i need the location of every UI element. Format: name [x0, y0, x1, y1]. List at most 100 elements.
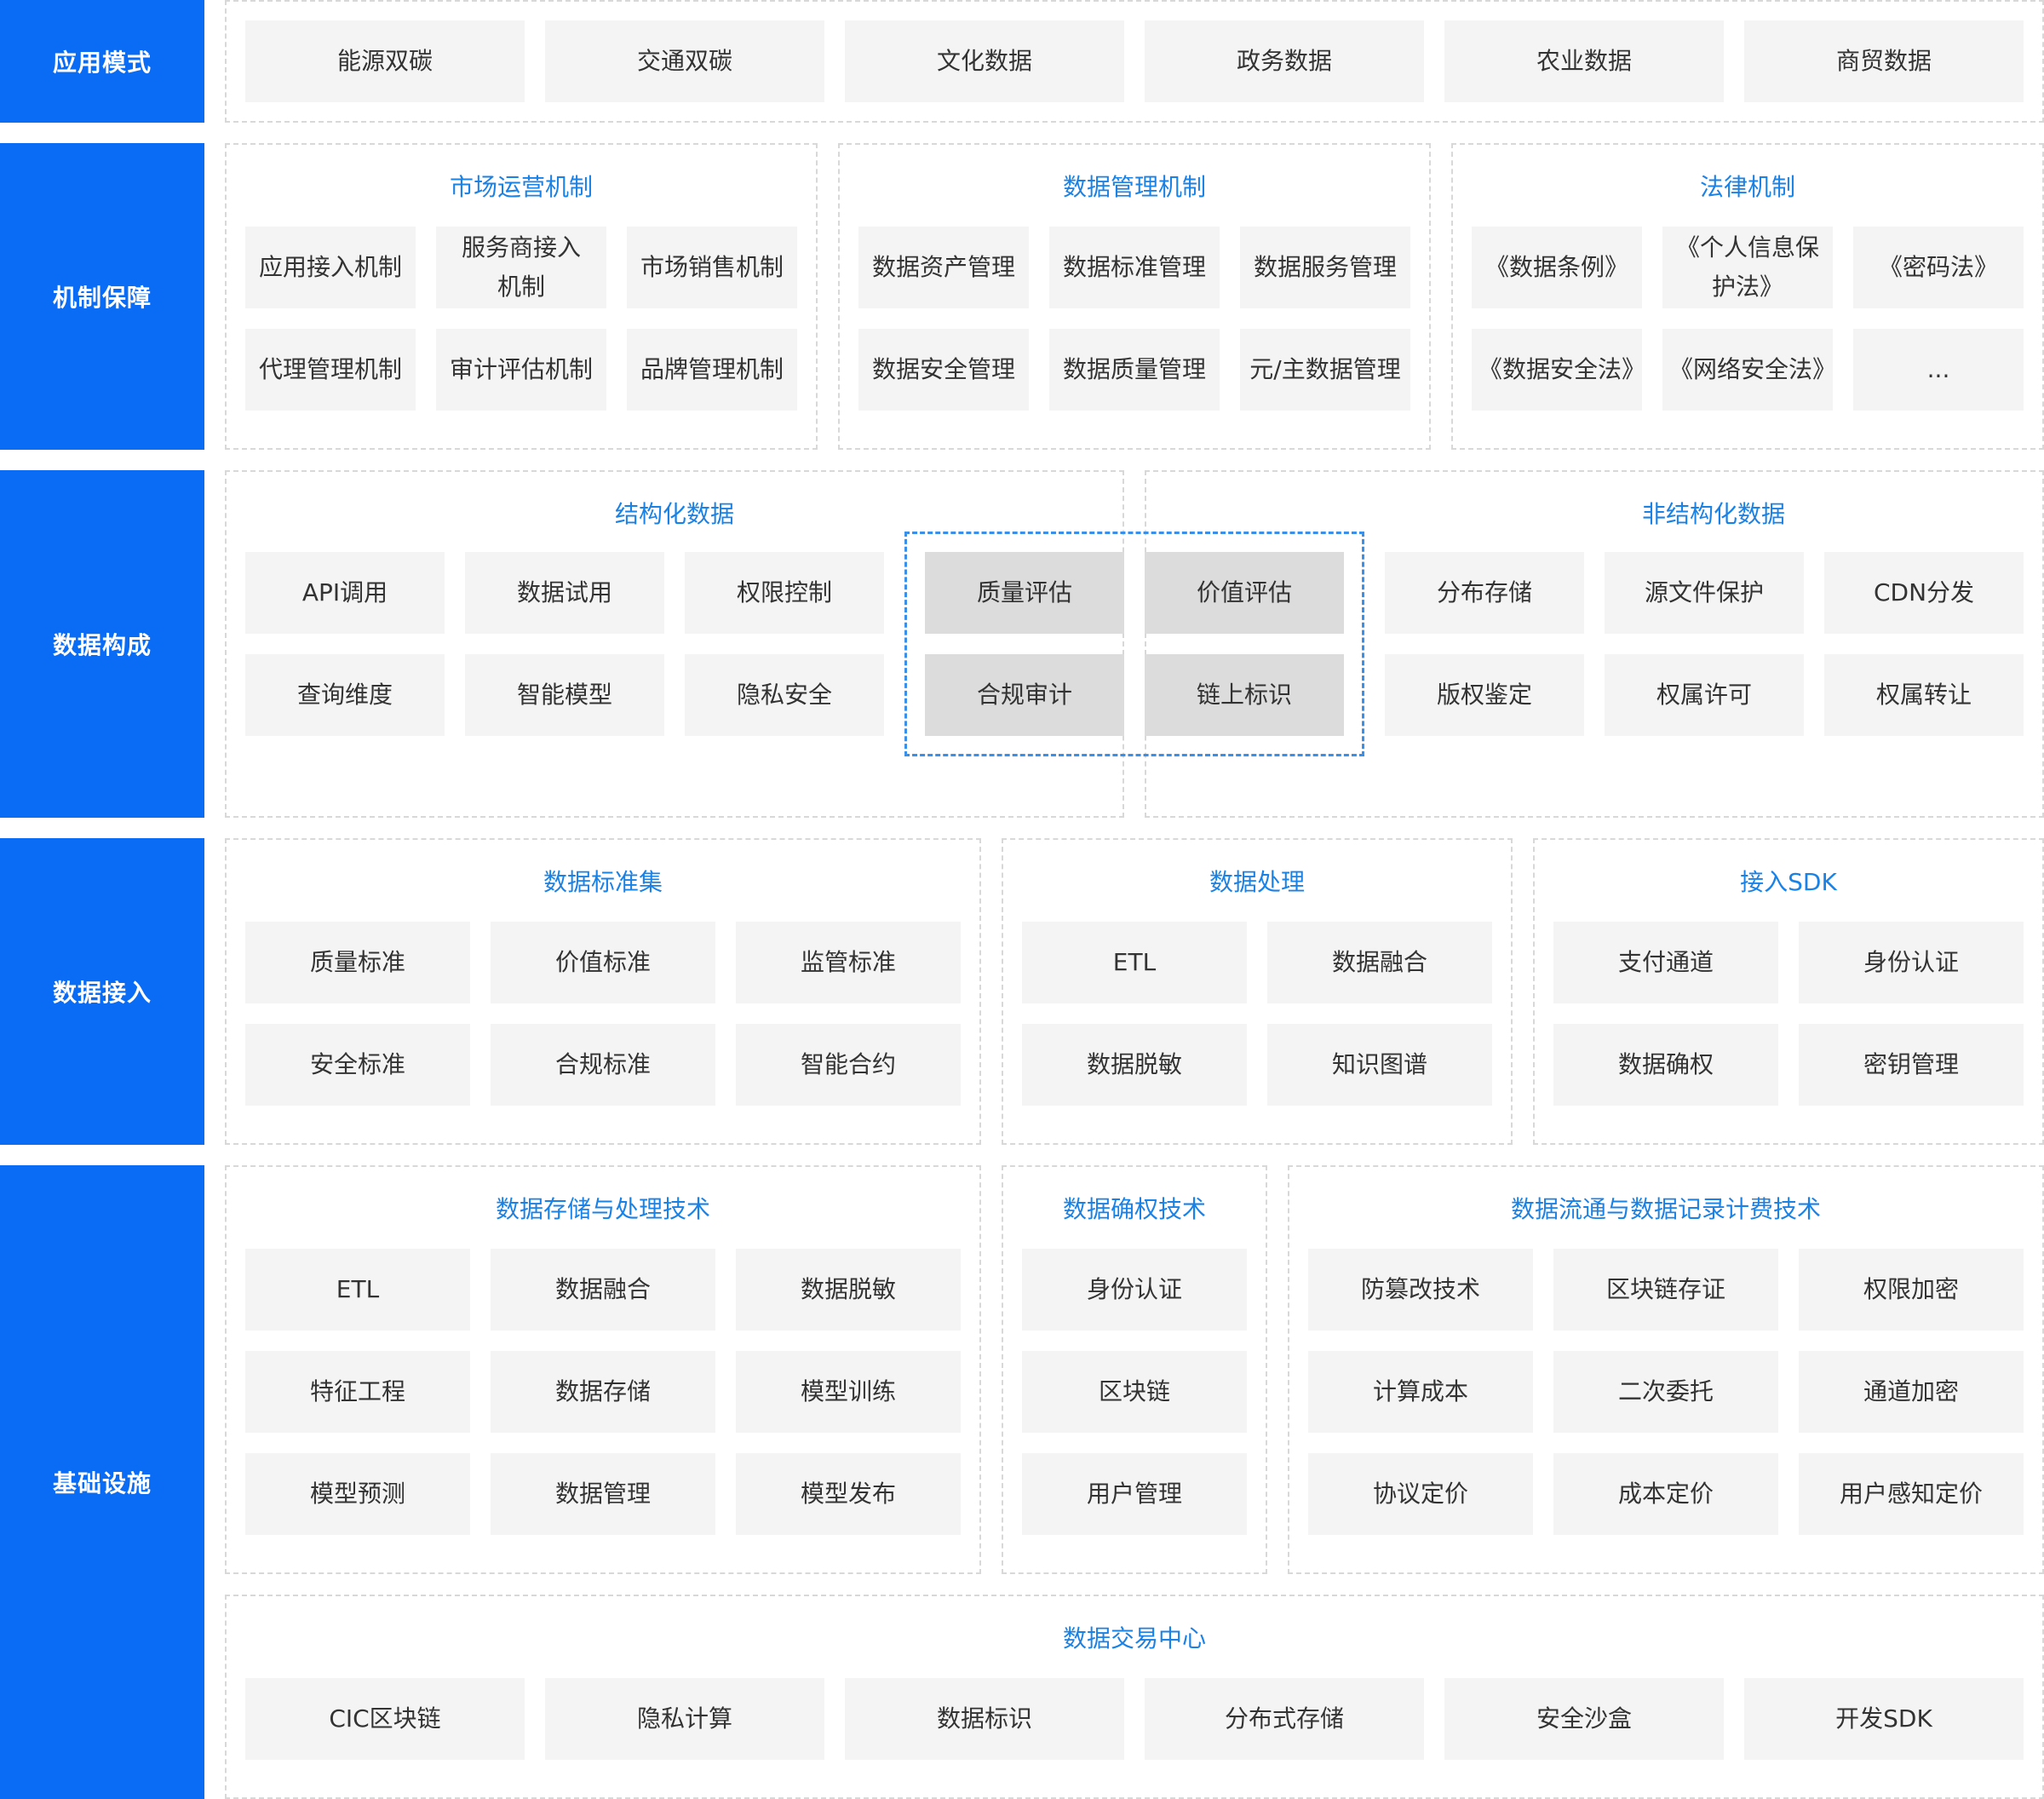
mechanism-item: 品牌管理机制: [627, 329, 797, 411]
mechanism-item: 数据资产管理: [858, 227, 1029, 308]
storage-tech-item: 数据管理: [491, 1453, 715, 1535]
structured-data-item: 查询维度: [245, 654, 445, 736]
access-sdk-panel: 接入SDK 支付通道 身份认证 数据确权 密钥管理: [1533, 838, 2044, 1145]
data-management-mechanism-panel: 数据管理机制 数据资产管理 数据标准管理 数据服务管理 数据安全管理 数据质量管…: [838, 143, 1431, 450]
mechanism-item: 元/主数据管理: [1240, 329, 1410, 411]
law-mechanism-panel: 法律机制 《数据条例》 《个人信息保护法》 《密码法》 《数据安全法》 《网络安…: [1451, 143, 2044, 450]
unstructured-data-item: 权属转让: [1824, 654, 2024, 736]
app-mode-item: 能源双碳: [245, 20, 525, 102]
standard-item: 安全标准: [245, 1024, 470, 1106]
storage-tech-item: 模型预测: [245, 1453, 470, 1535]
app-mode-item: 政务数据: [1145, 20, 1424, 102]
structured-data-item: 智能模型: [465, 654, 664, 736]
rights-confirmation-tech-panel: 数据确权技术 身份认证 区块链 用户管理: [1002, 1165, 1267, 1574]
flow-tech-item: 成本定价: [1553, 1453, 1778, 1535]
app-mode-item: 交通双碳: [545, 20, 824, 102]
rights-tech-item: 身份认证: [1022, 1249, 1247, 1331]
sdk-item: 支付通道: [1553, 922, 1778, 1003]
rights-tech-item: 用户管理: [1022, 1453, 1247, 1535]
storage-processing-tech-panel: 数据存储与处理技术 ETL 数据融合 数据脱敏 特征工程 数据存储 模型训练 模…: [225, 1165, 981, 1574]
law-item: 《数据条例》: [1472, 227, 1642, 308]
mechanism-item: 审计评估机制: [436, 329, 606, 411]
layer-label-mechanism: 机制保障: [0, 143, 204, 450]
structured-data-item: API调用: [245, 552, 445, 634]
standard-item: 质量标准: [245, 922, 470, 1003]
standard-item: 监管标准: [736, 922, 961, 1003]
storage-tech-item: 数据脱敏: [736, 1249, 961, 1331]
exchange-item: 隐私计算: [545, 1678, 824, 1760]
storage-tech-item: 数据融合: [491, 1249, 715, 1331]
unstructured-data-item: 分布存储: [1385, 552, 1584, 634]
layer-label-app-mode: 应用模式: [0, 0, 204, 123]
panel-title: 非结构化数据: [1641, 500, 1785, 528]
unstructured-data-item: CDN分发: [1824, 552, 2024, 634]
flow-tech-item: 防篡改技术: [1308, 1249, 1533, 1331]
structured-data-item: 隐私安全: [685, 654, 884, 736]
sdk-item: 数据确权: [1553, 1024, 1778, 1106]
unstructured-data-item: 权属许可: [1605, 654, 1804, 736]
evaluation-item: 质量评估: [925, 552, 1124, 634]
panel-title: 市场运营机制: [449, 173, 593, 201]
law-item: 《密码法》: [1853, 227, 2024, 308]
mechanism-item: 数据质量管理: [1049, 329, 1220, 411]
evaluation-item: 价值评估: [1145, 552, 1344, 634]
unstructured-data-item: 版权鉴定: [1385, 654, 1584, 736]
market-mechanism-panel: 市场运营机制 应用接入机制 服务商接入机制 市场销售机制 代理管理机制 审计评估…: [225, 143, 818, 450]
mechanism-item: 市场销售机制: [627, 227, 797, 308]
layer-label-data-composition: 数据构成: [0, 470, 204, 818]
layer-label-data-access: 数据接入: [0, 838, 204, 1145]
mechanism-item: 数据安全管理: [858, 329, 1029, 411]
app-mode-item: 商贸数据: [1744, 20, 2024, 102]
exchange-item: 开发SDK: [1744, 1678, 2024, 1760]
panel-title: 数据存储与处理技术: [495, 1195, 710, 1223]
circulation-billing-tech-panel: 数据流通与数据记录计费技术 防篡改技术 区块链存证 权限加密 计算成本 二次委托…: [1288, 1165, 2044, 1574]
mechanism-item: 服务商接入机制: [436, 227, 606, 308]
evaluation-item: 合规审计: [925, 654, 1124, 736]
flow-tech-item: 用户感知定价: [1799, 1453, 2024, 1535]
app-mode-item: 农业数据: [1444, 20, 1724, 102]
structured-data-item: 权限控制: [685, 552, 884, 634]
standard-item: 价值标准: [491, 922, 715, 1003]
structured-data-item: 数据试用: [465, 552, 664, 634]
processing-item: ETL: [1022, 922, 1247, 1003]
sdk-item: 身份认证: [1799, 922, 2024, 1003]
flow-tech-item: 协议定价: [1308, 1453, 1533, 1535]
storage-tech-item: 模型发布: [736, 1453, 961, 1535]
sdk-item: 密钥管理: [1799, 1024, 2024, 1106]
exchange-item: 分布式存储: [1145, 1678, 1424, 1760]
flow-tech-item: 权限加密: [1799, 1249, 2024, 1331]
storage-tech-item: ETL: [245, 1249, 470, 1331]
flow-tech-item: 二次委托: [1553, 1351, 1778, 1433]
data-exchange-center-panel: 数据交易中心 CIC区块链 隐私计算 数据标识 分布式存储 安全沙盒 开发SDK: [225, 1595, 2044, 1799]
storage-tech-item: 模型训练: [736, 1351, 961, 1433]
flow-tech-item: 区块链存证: [1553, 1249, 1778, 1331]
law-item: 《个人信息保护法》: [1662, 227, 1833, 308]
panel-title: 数据确权技术: [1062, 1195, 1206, 1223]
law-item: 《数据安全法》: [1472, 329, 1645, 411]
processing-item: 数据融合: [1267, 922, 1492, 1003]
panel-title: 数据管理机制: [1062, 173, 1206, 201]
evaluation-item: 链上标识: [1145, 654, 1344, 736]
flow-tech-item: 计算成本: [1308, 1351, 1533, 1433]
data-processing-panel: 数据处理 ETL 数据融合 数据脱敏 知识图谱: [1002, 838, 1513, 1145]
flow-tech-item: 通道加密: [1799, 1351, 2024, 1433]
mechanism-item: 代理管理机制: [245, 329, 416, 411]
panel-title: 接入SDK: [1740, 868, 1837, 896]
standard-item: 智能合约: [736, 1024, 961, 1106]
panel-title: 结构化数据: [614, 500, 734, 528]
exchange-item: 数据标识: [845, 1678, 1124, 1760]
standard-item: 合规标准: [491, 1024, 715, 1106]
rights-tech-item: 区块链: [1022, 1351, 1247, 1433]
processing-item: 数据脱敏: [1022, 1024, 1247, 1106]
mechanism-item: 应用接入机制: [245, 227, 416, 308]
mechanism-item: 数据服务管理: [1240, 227, 1410, 308]
app-mode-panel: 能源双碳 交通双碳 文化数据 政务数据 农业数据 商贸数据: [225, 0, 2044, 123]
app-mode-item: 文化数据: [845, 20, 1124, 102]
layer-label-infrastructure: 基础设施: [0, 1165, 204, 1799]
panel-title: 数据处理: [1209, 868, 1305, 896]
mechanism-item: 数据标准管理: [1049, 227, 1220, 308]
data-standards-panel: 数据标准集 质量标准 价值标准 监管标准 安全标准 合规标准 智能合约: [225, 838, 981, 1145]
exchange-item: CIC区块链: [245, 1678, 525, 1760]
processing-item: 知识图谱: [1267, 1024, 1492, 1106]
panel-title: 数据流通与数据记录计费技术: [1510, 1195, 1821, 1223]
